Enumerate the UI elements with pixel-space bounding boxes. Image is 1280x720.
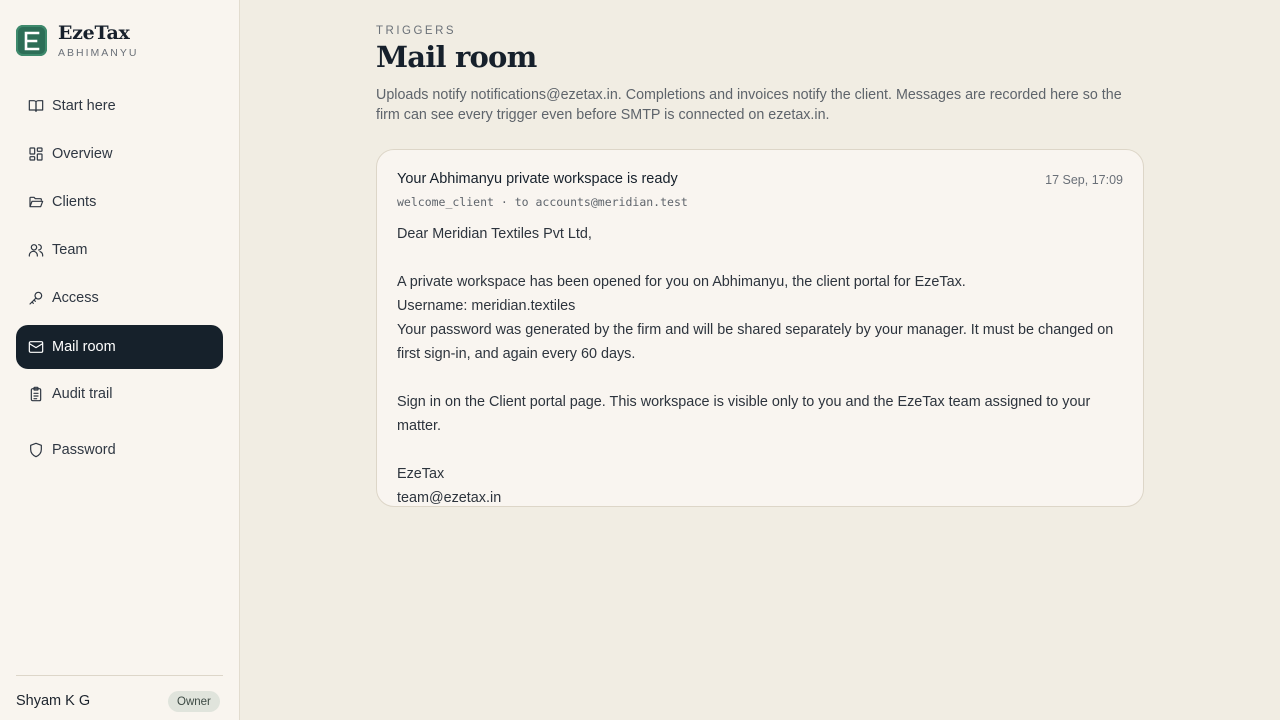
sidebar-item-label: Password (52, 442, 116, 458)
book-open-icon (28, 100, 44, 112)
mail-timestamp: 17 Sep, 17:09 (1045, 173, 1123, 187)
sidebar-item-overview[interactable]: Overview (16, 132, 223, 176)
sidebar-item-password[interactable]: Password (16, 428, 223, 472)
user-name: Shyam K G (16, 693, 91, 709)
brand-name: EzeTax (58, 22, 130, 44)
brand[interactable]: EzeTax ABHIMANYU (16, 22, 138, 59)
role-badge: Owner (168, 691, 220, 712)
sidebar-item-label: Access (52, 290, 99, 306)
sidebar-divider (16, 675, 223, 676)
sidebar-item-label: Clients (52, 194, 97, 210)
sidebar-item-start-here[interactable]: Start here (16, 84, 223, 128)
sidebar-item-team[interactable]: Team (16, 228, 223, 272)
page-description: Uploads notify notifications@ezetax.in. … (376, 87, 1122, 123)
mail-body: Dear Meridian Textiles Pvt Ltd, A privat… (397, 226, 1114, 506)
brand-logo (16, 25, 47, 56)
mail-icon (28, 341, 44, 353)
clipboard-list-icon (30, 386, 42, 402)
sidebar-item-access[interactable]: Access (16, 276, 223, 320)
sidebar-item-mail-room[interactable]: Mail room (16, 325, 223, 369)
sidebar-item-label: Audit trail (52, 386, 113, 402)
folder-open-icon (29, 196, 44, 208)
mail-meta: welcome_client · to accounts@meridian.te… (397, 195, 688, 209)
sidebar-item-label: Start here (52, 98, 116, 114)
brand-subtitle: ABHIMANYU (58, 47, 139, 59)
sidebar: EzeTax ABHIMANYU Start here Overview Cli… (0, 0, 240, 720)
key-icon (29, 291, 43, 305)
users-icon (28, 244, 44, 257)
sidebar-item-label: Team (52, 242, 88, 258)
sidebar-item-clients[interactable]: Clients (16, 180, 223, 224)
page-eyebrow: TRIGGERS (376, 25, 457, 37)
logo-e-icon (24, 31, 39, 50)
sidebar-item-label: Mail room (52, 339, 116, 355)
sidebar-item-label: Overview (52, 146, 113, 162)
page-title: Mail room (376, 40, 537, 74)
mail-subject: Your Abhimanyu private workspace is read… (397, 171, 678, 187)
mail-card[interactable]: Your Abhimanyu private workspace is read… (376, 149, 1144, 507)
shield-icon (30, 442, 42, 458)
sidebar-item-audit-trail[interactable]: Audit trail (16, 372, 223, 416)
dashboard-grid-icon (29, 147, 43, 161)
